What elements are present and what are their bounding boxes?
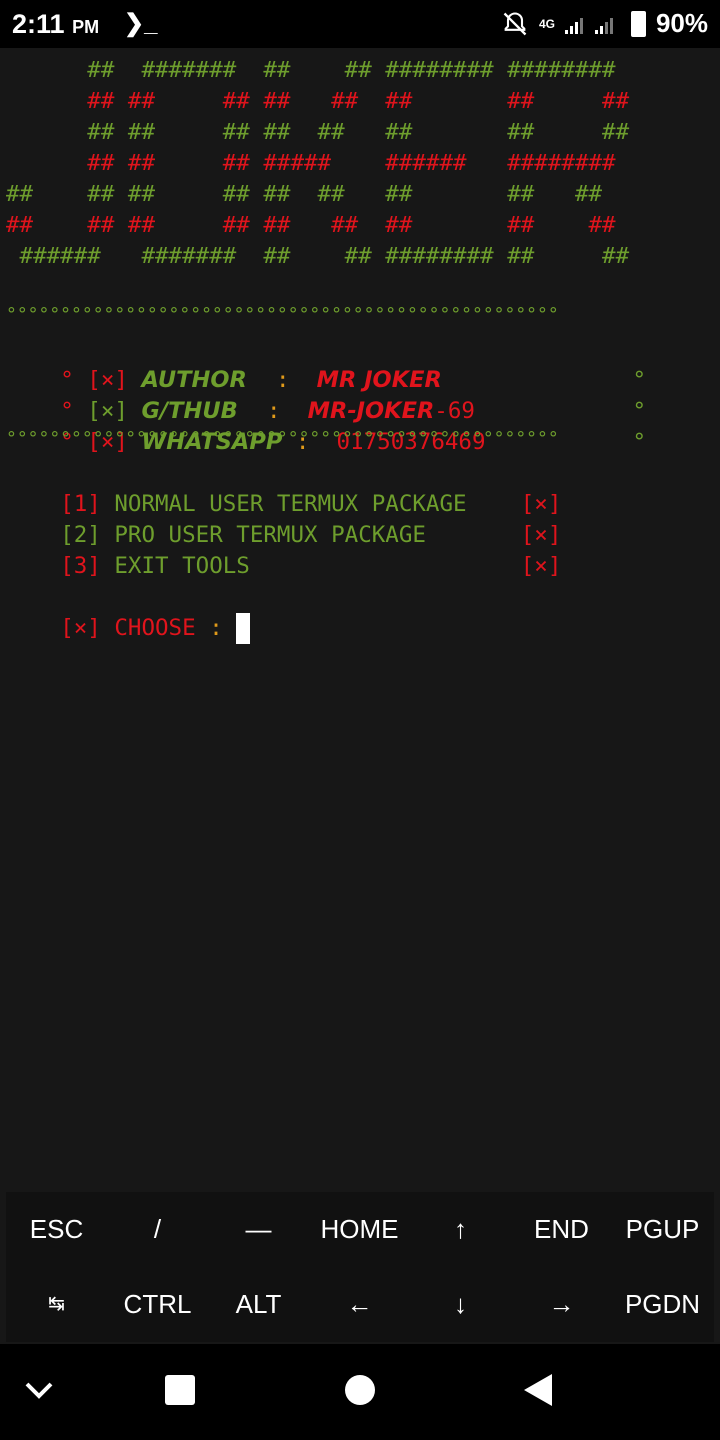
banner-line: ###### ####### ## ## ######## ## ##: [6, 243, 630, 269]
banner-line: ## ## ## ## ## ## ## ## ##: [6, 212, 616, 238]
tab-key[interactable]: ↹: [6, 1267, 107, 1342]
banner-line: ## ## ## ## ## ## ## ##: [6, 88, 630, 114]
back-button[interactable]: [514, 1366, 562, 1414]
menu-item-normal: [1] NORMAL USER TERMUX PACKAGE [×]: [60, 491, 562, 517]
choose-prompt[interactable]: [×] CHOOSE :: [6, 582, 251, 644]
divider-top: °°°°°°°°°°°°°°°°°°°°°°°°°°°°°°°°°°°°°°°°…: [6, 304, 559, 325]
banner-line: ## ## ## ## ## ## ## ##: [6, 119, 630, 145]
dash-key[interactable]: —: [208, 1192, 309, 1267]
battery-icon: [630, 10, 646, 37]
menu-item-exit: [3] EXIT TOOLS [×]: [60, 553, 562, 579]
alt-key[interactable]: ALT: [208, 1267, 309, 1342]
hide-keyboard-button[interactable]: [15, 1366, 63, 1414]
info-row-author: ° [×] AUTHOR : MR JOKER °: [60, 367, 646, 393]
back-triangle-icon: [524, 1374, 552, 1406]
square-icon: [165, 1375, 195, 1405]
circle-icon: [345, 1375, 375, 1405]
battery-percent: 90%: [655, 8, 708, 38]
banner-line: ## ## ## ## ## ## ## ## ##: [6, 181, 603, 207]
home-key[interactable]: HOME: [309, 1192, 410, 1267]
info-row-github: ° [×] G/THUB : MR-JOKER-69 °: [60, 398, 646, 424]
extra-keys-bar: ESC / — HOME ↑ END PGUP ↹ CTRL ALT ← ↓ →…: [6, 1192, 714, 1342]
signal-icon: [564, 17, 613, 34]
status-bar: 2:11 PM ❯_ 4G 90%: [0, 0, 720, 48]
ctrl-key[interactable]: CTRL: [107, 1267, 208, 1342]
arrow-up-key[interactable]: ↑: [410, 1192, 511, 1267]
network-label: 4G: [538, 16, 555, 31]
terminal-icon: ❯_: [124, 10, 158, 37]
recents-button[interactable]: [156, 1366, 204, 1414]
chevron-down-icon: [25, 1382, 53, 1399]
pgup-key[interactable]: PGUP: [612, 1192, 713, 1267]
divider-bottom: °°°°°°°°°°°°°°°°°°°°°°°°°°°°°°°°°°°°°°°°…: [6, 428, 559, 449]
arrow-right-key[interactable]: →: [511, 1267, 612, 1342]
slash-key[interactable]: /: [107, 1192, 208, 1267]
menu-item-pro: [2] PRO USER TERMUX PACKAGE [×]: [60, 522, 562, 548]
arrow-left-key[interactable]: ←: [309, 1267, 410, 1342]
esc-key[interactable]: ESC: [6, 1192, 107, 1267]
banner-line: ## ####### ## ## ######## ########: [6, 57, 616, 83]
bell-off-icon: [503, 11, 527, 35]
home-button[interactable]: [336, 1366, 384, 1414]
banner-line: ## ## ## ##### ###### ########: [6, 150, 616, 176]
end-key[interactable]: END: [511, 1192, 612, 1267]
pgdn-key[interactable]: PGDN: [612, 1267, 713, 1342]
clock: 2:11 PM: [12, 9, 100, 39]
arrow-down-key[interactable]: ↓: [410, 1267, 511, 1342]
text-cursor: [236, 613, 251, 644]
navigation-bar: [0, 1344, 720, 1440]
